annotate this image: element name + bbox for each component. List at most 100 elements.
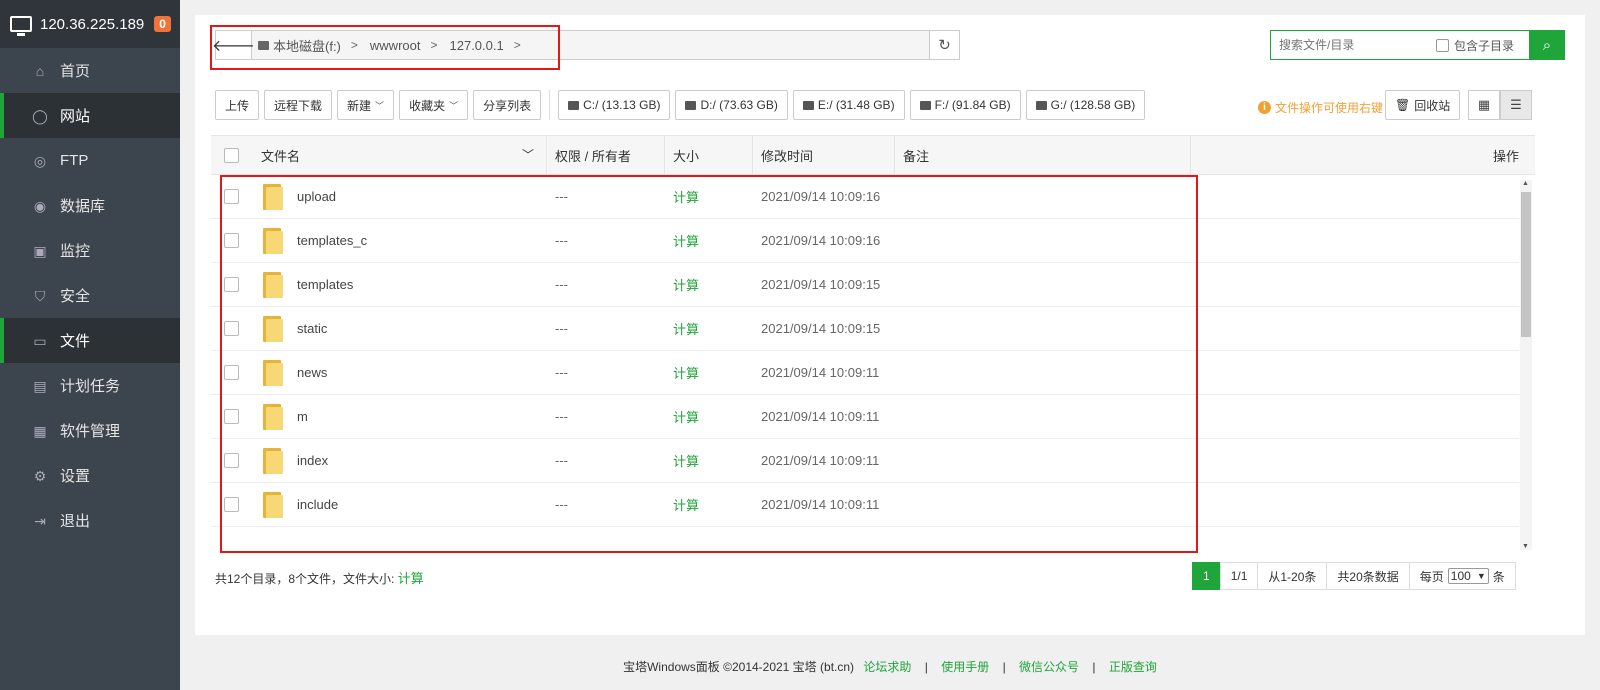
share-list-button[interactable]: 分享列表 [473, 90, 542, 120]
page-current[interactable]: 1 [1192, 562, 1221, 590]
header-name[interactable]: 文件名 ﹀ [253, 136, 547, 174]
per-page-value: 100 [1450, 569, 1471, 583]
footer-divider: | [1092, 660, 1096, 674]
footer-link-wechat[interactable]: 微信公众号 [1019, 660, 1079, 674]
sidebar-item-label: 网站 [60, 108, 91, 125]
select-all-checkbox[interactable] [224, 147, 239, 163]
sidebar-item-label: 安全 [60, 288, 91, 305]
search-box: 包含子目录 ⌕ [1270, 30, 1565, 60]
favorites-dropdown-button[interactable]: 收藏夹 ﹀ [399, 90, 469, 120]
sidebar-item-10[interactable]: ⇥ 退出 [0, 498, 180, 543]
footer-link-forum[interactable]: 论坛求助 [863, 660, 911, 674]
footer-divider: | [1002, 660, 1006, 674]
sidebar-item-3[interactable]: ◉ 数据库 [0, 183, 180, 228]
notification-badge[interactable]: 0 [154, 16, 171, 32]
sort-chevron-icon[interactable]: ﹀ [522, 146, 534, 163]
search-input[interactable] [1271, 32, 1436, 58]
chevron-down-icon: ﹀ [375, 100, 385, 111]
search-button[interactable]: ⌕ [1529, 30, 1565, 60]
upload-button[interactable]: 上传 [215, 90, 260, 120]
sidebar-item-7[interactable]: ▤ 计划任务 [0, 363, 180, 408]
disk-label: D:/ (73.63 GB) [700, 98, 778, 112]
sidebar-item-label: 监控 [60, 243, 91, 260]
summary: 共12个目录，8个文件，文件大小: 计算 [215, 568, 424, 587]
disk-button-3[interactable]: F:/ (91.84 GB) [909, 90, 1021, 120]
refresh-icon[interactable]: ↻ [929, 31, 959, 59]
recycle-label: 回收站 [1414, 98, 1451, 113]
header-mtime[interactable]: 修改时间 [753, 136, 895, 174]
footer-copyright: 宝塔Windows面板 ©2014-2021 宝塔 (bt.cn) [623, 660, 855, 674]
folder-icon: ▭ [33, 332, 47, 349]
toolbar-divider [549, 90, 551, 120]
highlight-box-path [210, 25, 560, 70]
per-page-unit: 条 [1492, 569, 1505, 584]
sidebar-item-4[interactable]: ▣ 监控 [0, 228, 180, 273]
sidebar-item-1[interactable]: ◯ 网站 [0, 93, 180, 138]
disk-label: F:/ (91.84 GB) [934, 98, 1011, 112]
sidebar-item-label: 计划任务 [60, 378, 121, 395]
per-page-select[interactable]: 100 ▼ [1447, 568, 1489, 584]
scroll-up-icon[interactable]: ▲ [1522, 180, 1529, 187]
footer: 宝塔Windows面板 ©2014-2021 宝塔 (bt.cn) 论坛求助 |… [180, 658, 1600, 675]
chevron-down-icon: ▼ [1476, 571, 1486, 581]
disk-button-4[interactable]: G:/ (128.58 GB) [1025, 90, 1146, 120]
disk-button-1[interactable]: D:/ (73.63 GB) [675, 90, 788, 120]
database-icon: ◉ [33, 197, 47, 214]
page-count: 1/1 [1219, 562, 1259, 590]
header-size[interactable]: 大小 [665, 136, 753, 174]
per-page-label: 每页 [1419, 569, 1444, 584]
monitor-icon [10, 16, 32, 36]
disk-button-0[interactable]: C:/ (13.13 GB) [558, 90, 671, 120]
sidebar-item-label: 退出 [60, 513, 91, 530]
grid-view-icon[interactable]: ▦ [1468, 90, 1500, 120]
sidebar-item-5[interactable]: ⛉ 安全 [0, 273, 180, 318]
header-name-label: 文件名 [261, 148, 301, 164]
sidebar-item-2[interactable]: ◎ FTP [0, 138, 180, 183]
disk-button-2[interactable]: E:/ (31.48 GB) [792, 90, 905, 120]
disk-icon [919, 100, 931, 110]
monitor-icon: ▣ [33, 242, 47, 259]
footer-divider: | [924, 660, 928, 674]
scroll-down-icon[interactable]: ▼ [1522, 543, 1529, 550]
disk-icon [802, 100, 814, 110]
info-icon: i [1258, 101, 1271, 114]
new-label: 新建 [347, 98, 372, 113]
sidebar-item-0[interactable]: ⌂ 首页 [0, 48, 180, 93]
right-click-tip: i 文件操作可使用右键 [1258, 99, 1383, 116]
sidebar-item-6[interactable]: ▭ 文件 [0, 318, 180, 363]
scrollbar-thumb[interactable] [1521, 192, 1531, 337]
footer-link-manual[interactable]: 使用手册 [941, 660, 989, 674]
view-toggle: ▦ ☰ [1468, 90, 1532, 120]
header-note: 备注 [895, 136, 1191, 174]
gear-icon: ⚙ [33, 467, 47, 484]
globe-icon: ◯ [32, 107, 48, 124]
summary-text: 共12个目录，8个文件，文件大小: [215, 572, 398, 586]
summary-calc-link[interactable]: 计算 [398, 571, 424, 586]
select-all-cell [211, 136, 253, 174]
sidebar-item-label: FTP [60, 152, 89, 169]
include-subdir-label: 包含子目录 [1454, 38, 1515, 53]
page-range: 从1-20条 [1257, 562, 1328, 590]
apps-icon: ▦ [33, 422, 47, 439]
remote-download-button[interactable]: 远程下载 [264, 90, 333, 120]
list-view-icon[interactable]: ☰ [1500, 90, 1532, 120]
sidebar-item-label: 设置 [60, 468, 91, 485]
sidebar-item-label: 首页 [60, 63, 91, 80]
vertical-scrollbar[interactable]: ▲ ▼ [1520, 180, 1532, 550]
sidebar-item-9[interactable]: ⚙ 设置 [0, 453, 180, 498]
disk-label: C:/ (13.13 GB) [583, 98, 661, 112]
highlight-box-list [220, 175, 1198, 553]
recycle-bin-button[interactable]: 🗑 回收站 [1385, 90, 1461, 120]
tip-text: 文件操作可使用右键 [1275, 101, 1384, 115]
chevron-down-icon: ﹀ [449, 100, 459, 111]
new-dropdown-button[interactable]: 新建 ﹀ [337, 90, 395, 120]
disk-label: E:/ (31.48 GB) [817, 98, 895, 112]
file-manager-card: 🡐 本地磁盘(f:) > wwwroot > 127.0.0.1 > ↻ 包含子… [195, 15, 1585, 635]
include-subdir-checkbox[interactable] [1436, 38, 1449, 52]
header-perm[interactable]: 权限 / 所有者 [547, 136, 665, 174]
sidebar-item-8[interactable]: ▦ 软件管理 [0, 408, 180, 453]
logout-icon: ⇥ [34, 512, 46, 529]
shield-icon: ⛉ [34, 287, 46, 304]
disk-icon [1035, 100, 1047, 110]
footer-link-license[interactable]: 正版查询 [1109, 660, 1157, 674]
